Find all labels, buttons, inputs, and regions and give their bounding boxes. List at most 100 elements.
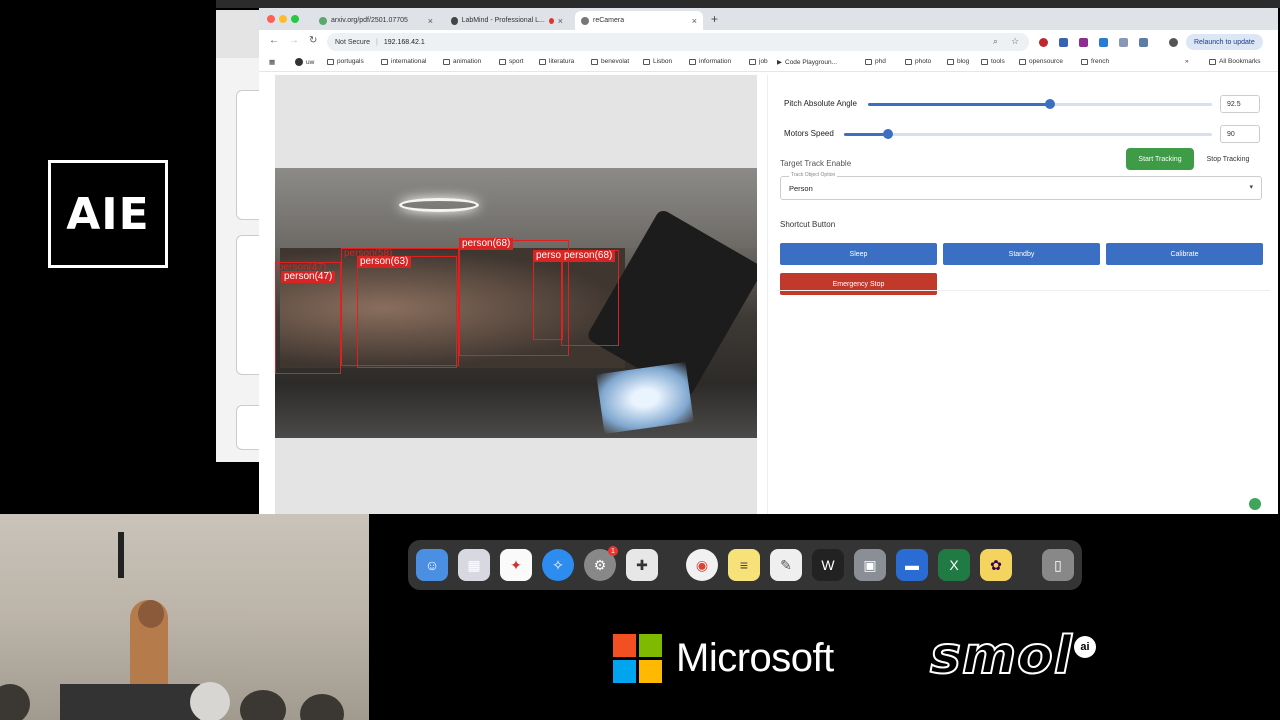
bookmark-opensource[interactable]: opensource	[1019, 58, 1063, 65]
back-arrow-icon[interactable]: ←	[269, 35, 279, 46]
bookmark-phd[interactable]: phd	[865, 58, 886, 65]
python-icon[interactable]: ✿	[980, 549, 1012, 581]
screenshot-icon[interactable]: ▣	[854, 549, 886, 581]
acrobat-icon[interactable]: ✦	[500, 549, 532, 581]
maximize-window-button[interactable]	[291, 15, 299, 23]
address-bar[interactable]: Not Secure | 192.168.42.1	[327, 33, 1029, 51]
security-label[interactable]: Not Secure	[335, 39, 370, 46]
sleep-button[interactable]: Sleep	[780, 243, 937, 265]
bookmark-lisbon[interactable]: Lisbon	[643, 58, 672, 65]
extension-icon[interactable]	[1119, 38, 1128, 47]
textedit-icon[interactable]: ✎	[770, 549, 802, 581]
bookmark-french[interactable]: french	[1081, 58, 1109, 65]
apps-grid-icon[interactable]: ▦	[269, 58, 275, 66]
relaunch-button[interactable]: Relaunch to update	[1186, 34, 1263, 50]
bookmark-photo[interactable]: photo	[905, 58, 931, 65]
notes-icon[interactable]: ≡	[728, 549, 760, 581]
bookmark-star-icon[interactable]: ☆	[1011, 36, 1019, 47]
pitch-value-input[interactable]: 92.5	[1220, 95, 1260, 113]
profile-avatar[interactable]	[1169, 38, 1178, 47]
close-tab-icon[interactable]: ×	[558, 16, 563, 26]
track-enable-label: Target Track Enable	[780, 159, 852, 168]
close-tab-icon[interactable]: ×	[692, 16, 697, 26]
presenter-head	[138, 600, 164, 628]
calibrate-button[interactable]: Calibrate	[1106, 243, 1263, 265]
play-icon: ▶	[777, 59, 782, 66]
standby-button[interactable]: Standby	[943, 243, 1100, 265]
audience-head	[0, 684, 30, 720]
extension-icon[interactable]	[1099, 38, 1108, 47]
keynote-icon[interactable]: ▬	[896, 549, 928, 581]
bookmark-blog[interactable]: blog	[947, 58, 969, 65]
bookmark-tools[interactable]: tools	[981, 58, 1005, 65]
tab-arxiv[interactable]: arxiv.org/pdf/2501.07705 ×	[313, 11, 439, 30]
safari-icon[interactable]: ✧	[542, 549, 574, 581]
ceiling-light	[399, 198, 479, 212]
grapher-icon[interactable]: ✚	[626, 549, 658, 581]
tab-labmind[interactable]: LabMind - Professional L... ×	[445, 11, 569, 30]
audience-head	[300, 694, 344, 720]
start-tracking-button[interactable]: Start Tracking	[1126, 148, 1194, 170]
launchpad-icon[interactable]: ▦	[458, 549, 490, 581]
motor-speed-slider-thumb[interactable]	[883, 129, 893, 139]
extension-icon[interactable]	[1079, 38, 1088, 47]
panel-divider	[776, 290, 1270, 291]
trash-icon[interactable]: ▯	[1042, 549, 1074, 581]
folder-icon	[749, 58, 756, 65]
bookmark-literatura[interactable]: literatura	[539, 58, 574, 65]
folder-icon	[499, 58, 506, 65]
bookmark-information[interactable]: information	[689, 58, 731, 65]
pitch-slider-thumb[interactable]	[1045, 99, 1055, 109]
bookmark-benevolat[interactable]: benevolat	[591, 58, 629, 65]
motor-speed-value-input[interactable]: 90	[1220, 125, 1260, 143]
motor-speed-slider-fill	[844, 133, 888, 136]
folder-icon	[591, 58, 598, 65]
tab-label: arxiv.org/pdf/2501.07705	[331, 17, 408, 24]
close-tab-icon[interactable]: ×	[428, 16, 433, 26]
forward-arrow-icon[interactable]: →	[289, 35, 299, 46]
url-text[interactable]: 192.168.42.1	[384, 39, 425, 46]
bookmark-sport[interactable]: sport	[499, 58, 523, 65]
bookmark-job[interactable]: job	[749, 58, 768, 65]
widget-icon[interactable]	[1249, 498, 1261, 510]
folder-icon	[539, 58, 546, 65]
track-object-select[interactable]: Track Object Option Person ▾	[780, 172, 1262, 200]
finder-icon[interactable]: ☺	[416, 549, 448, 581]
aie-logo-text: AIE	[66, 188, 150, 240]
shortcut-title: Shortcut Button	[780, 220, 836, 229]
all-bookmarks[interactable]: All Bookmarks	[1209, 58, 1261, 65]
emergency-stop-button[interactable]: Emergency Stop	[780, 273, 937, 295]
close-window-button[interactable]	[267, 15, 275, 23]
bookmarks-overflow-icon[interactable]: »	[1185, 58, 1189, 65]
smol-wordmark: smol	[929, 625, 1073, 687]
notification-badge: 1	[608, 546, 618, 556]
puzzle-icon[interactable]	[1139, 38, 1148, 47]
podium	[60, 684, 200, 720]
chrome-icon[interactable]: ◉	[686, 549, 718, 581]
bookmarks-bar: ▦ uw portugals international animation s…	[259, 54, 1278, 72]
globe-favicon-icon	[581, 16, 589, 25]
folder-icon	[643, 58, 650, 65]
stop-tracking-button[interactable]: Stop Tracking	[1200, 148, 1256, 170]
search-icon[interactable]: ⌕	[993, 36, 998, 47]
microsoft-wordmark: Microsoft	[676, 636, 834, 680]
motor-speed-slider-track[interactable]	[844, 133, 1212, 136]
bookmark-animation[interactable]: animation	[443, 58, 481, 65]
detection-box	[533, 250, 563, 340]
folder-icon	[381, 58, 388, 65]
tab-recamera[interactable]: reCamera ×	[575, 11, 703, 30]
bookmark-portugals[interactable]: portugals	[327, 58, 364, 65]
minimize-window-button[interactable]	[279, 15, 287, 23]
smol-ai-badge: ai	[1074, 636, 1096, 658]
new-tab-icon[interactable]: +	[711, 12, 718, 26]
bookmark-code-playground[interactable]: ▶ Code Playgroun...	[777, 58, 837, 67]
device-screen-glow	[596, 362, 694, 434]
excel-icon[interactable]: X	[938, 549, 970, 581]
bookmark-uw[interactable]: uw	[295, 58, 314, 66]
reload-icon[interactable]: ↻	[309, 35, 317, 46]
webstorm-icon[interactable]: W	[812, 549, 844, 581]
extension-icon[interactable]	[1059, 38, 1068, 47]
bookmark-international[interactable]: international	[381, 58, 426, 65]
recording-icon	[548, 17, 554, 24]
extension-icon[interactable]	[1039, 38, 1048, 47]
